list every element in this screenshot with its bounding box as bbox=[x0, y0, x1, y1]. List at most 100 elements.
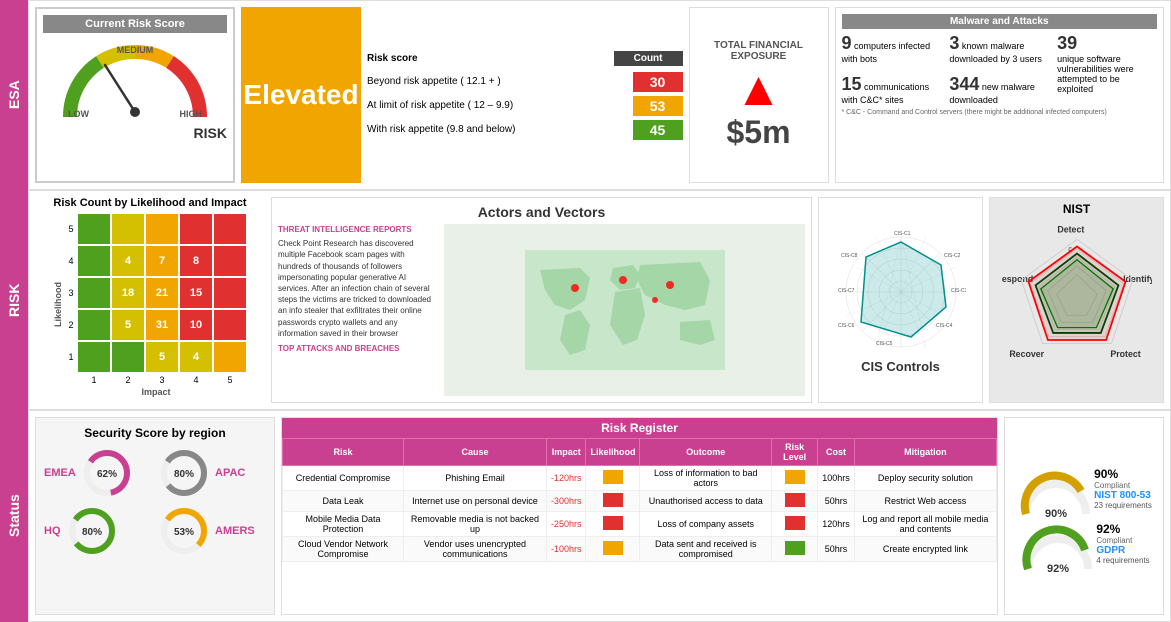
rr-r2-risklevel bbox=[772, 491, 818, 512]
rr-r2-impact: -300hrs bbox=[546, 491, 586, 512]
matrix-xl-2: 2 bbox=[111, 375, 145, 385]
risk-row-2-value: 53 bbox=[633, 96, 683, 116]
matrix-rl-2: 2 bbox=[65, 309, 77, 341]
rr-r2-risk: Data Leak bbox=[283, 491, 404, 512]
malware-title: Malware and Attacks bbox=[842, 14, 1158, 29]
malware-secondary-1: 15 communications with C&C* sites bbox=[842, 74, 942, 105]
compliance-nist-gauge: 90% bbox=[1016, 469, 1086, 509]
nist-box: NIST Detect Identify Protect Recover Res… bbox=[989, 197, 1164, 403]
status-section: Status Security Score by region EMEA 62% bbox=[0, 410, 1171, 622]
svg-text:Identify: Identify bbox=[1123, 274, 1152, 284]
rr-row-4: Cloud Vendor Network Compromise Vendor u… bbox=[283, 537, 997, 562]
status-label: Status bbox=[0, 410, 28, 622]
malware-footnote: * C&C - Command and Control servers (the… bbox=[842, 109, 1158, 116]
matrix-cell-3-3: 21 bbox=[145, 277, 179, 309]
svg-text:CIS-C2: CIS-C2 bbox=[944, 253, 961, 259]
rr-row-3: Mobile Media Data Protection Removable m… bbox=[283, 512, 997, 537]
svg-text:CIS-C3: CIS-C3 bbox=[951, 288, 966, 294]
rr-col-impact: Impact bbox=[546, 439, 586, 466]
risk-row-1: Beyond risk appetite ( 12.1 + ) 30 bbox=[367, 72, 683, 92]
rr-r3-impact: -250hrs bbox=[546, 512, 586, 537]
matrix-cell-5-5 bbox=[213, 213, 247, 245]
region-amers-label: AMERS bbox=[215, 525, 255, 537]
compliance-nist-req: 23 requirements bbox=[1094, 501, 1152, 510]
rr-r2-cost: 50hrs bbox=[818, 491, 855, 512]
esa-section: ESA Current Risk Score LOW bbox=[0, 0, 1171, 190]
risk-count-col-label: Count bbox=[614, 51, 683, 66]
compliance-gdpr-gauge: 92% bbox=[1018, 524, 1088, 564]
matrix-cell-4-4: 8 bbox=[179, 245, 213, 277]
matrix-title: Risk Count by Likelihood and Impact bbox=[53, 197, 246, 209]
rr-r3-cost: 120hrs bbox=[818, 512, 855, 537]
risk-table-header: Risk score Count bbox=[367, 51, 683, 66]
elevated-label: Elevated bbox=[243, 79, 358, 111]
rr-row-1: Credential Compromise Phishing Email -12… bbox=[283, 466, 997, 491]
rr-col-cost: Cost bbox=[818, 439, 855, 466]
matrix-xl-3: 3 bbox=[145, 375, 179, 385]
region-hq: HQ 80% bbox=[44, 506, 151, 556]
risk-score-col-label: Risk score bbox=[367, 53, 418, 64]
financial-box: TOTAL FINANCIAL EXPOSURE ▲ $5m bbox=[689, 7, 829, 183]
matrix-row-5: 5 bbox=[65, 213, 247, 245]
matrix-cell-5-1 bbox=[77, 213, 111, 245]
malware-big-1: 9 bbox=[842, 33, 852, 53]
svg-text:62%: 62% bbox=[97, 469, 117, 480]
compliance-gdpr-percent: 92% bbox=[1096, 522, 1149, 536]
rr-r1-risk: Credential Compromise bbox=[283, 466, 404, 491]
svg-text:80%: 80% bbox=[174, 469, 194, 480]
matrix-cell-3-5 bbox=[213, 277, 247, 309]
risk-matrix-box: Risk Count by Likelihood and Impact Like… bbox=[35, 197, 265, 403]
svg-text:CIS-C6: CIS-C6 bbox=[838, 323, 855, 329]
rr-r4-mitigation: Create encrypted link bbox=[854, 537, 996, 562]
rr-col-outcome: Outcome bbox=[640, 439, 772, 466]
matrix-cell-1-1 bbox=[77, 341, 111, 373]
rr-r4-outcome: Data sent and received is compromised bbox=[640, 537, 772, 562]
actors-report-text: Check Point Research has discovered mult… bbox=[278, 238, 438, 339]
rr-r1-outcome: Loss of information to bad actors bbox=[640, 466, 772, 491]
rr-r4-cause: Vendor uses unencrypted communications bbox=[404, 537, 547, 562]
matrix-y-label: Likelihood bbox=[53, 213, 63, 397]
actors-report-title: THREAT INTELLIGENCE REPORTS bbox=[278, 224, 438, 235]
malware-content: 9 computers infected with bots 15 commun… bbox=[842, 33, 1158, 105]
matrix-cell-5-2 bbox=[111, 213, 145, 245]
matrix-x-labels: 1 2 3 4 5 bbox=[65, 375, 247, 385]
svg-text:90%: 90% bbox=[1045, 508, 1067, 519]
region-emea-label: EMEA bbox=[44, 467, 76, 479]
rr-r1-impact: -120hrs bbox=[546, 466, 586, 491]
svg-text:92%: 92% bbox=[1047, 563, 1069, 574]
matrix-xl-1: 1 bbox=[77, 375, 111, 385]
risk-row-3-value: 45 bbox=[633, 120, 683, 140]
actors-title: Actors and Vectors bbox=[278, 204, 805, 220]
matrix-rl-1: 1 bbox=[65, 341, 77, 373]
rr-r3-mitigation: Log and report all mobile media and cont… bbox=[854, 512, 996, 537]
actors-link[interactable]: TOP ATTACKS AND BREACHES bbox=[278, 343, 438, 354]
financial-arrow-icon: ▲ bbox=[735, 66, 783, 114]
gauge-medium-label: MEDIUM bbox=[117, 45, 154, 55]
rr-r4-risk: Cloud Vendor Network Compromise bbox=[283, 537, 404, 562]
rr-r1-likelihood bbox=[586, 466, 640, 491]
malware-item-1: 9 computers infected with bots bbox=[842, 33, 942, 64]
region-grid: EMEA 62% bbox=[44, 448, 266, 556]
matrix-cell-4-3: 7 bbox=[145, 245, 179, 277]
rr-r2-outcome: Unauthorised access to data bbox=[640, 491, 772, 512]
matrix-cell-2-1 bbox=[77, 309, 111, 341]
malware-big-3: 39 bbox=[1057, 33, 1077, 53]
matrix-row-4: 4 4 7 8 bbox=[65, 245, 247, 277]
matrix-cell-4-5 bbox=[213, 245, 247, 277]
risk-row-3-label: With risk appetite (9.8 and below) bbox=[367, 124, 633, 135]
actors-content: THREAT INTELLIGENCE REPORTS Check Point … bbox=[278, 224, 805, 396]
svg-text:CIS-C7: CIS-C7 bbox=[838, 288, 855, 294]
esa-content: Current Risk Score LOW MEDIUM HIGH bbox=[28, 0, 1171, 190]
risk-row-2: At limit of risk appetite ( 12 – 9.9) 53 bbox=[367, 96, 683, 116]
rr-r1-risklevel bbox=[772, 466, 818, 491]
rr-col-cause: Cause bbox=[404, 439, 547, 466]
malware-text-1: computers infected with bots bbox=[842, 41, 931, 64]
matrix-cell-1-5 bbox=[213, 341, 247, 373]
security-region-box: Security Score by region EMEA 62% bbox=[35, 417, 275, 615]
security-region-title: Security Score by region bbox=[44, 426, 266, 440]
risk-register-title: Risk Register bbox=[282, 418, 997, 438]
matrix-xl-5: 5 bbox=[213, 375, 247, 385]
malware-box: Malware and Attacks 9 computers infected… bbox=[835, 7, 1165, 183]
compliance-gdpr-text: 92% Compliant GDPR 4 requirements bbox=[1096, 522, 1149, 565]
financial-amount: $5m bbox=[726, 114, 790, 151]
